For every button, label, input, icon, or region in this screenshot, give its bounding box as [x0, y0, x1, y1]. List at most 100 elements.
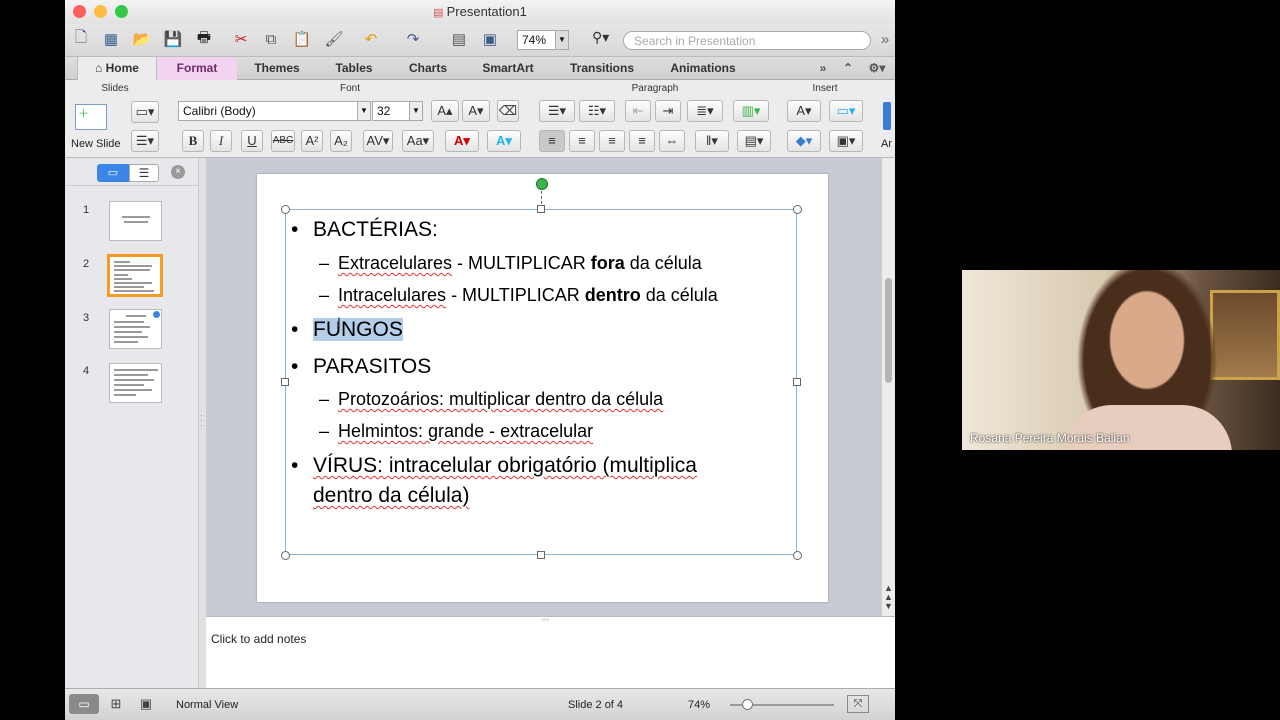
- tab-home[interactable]: ⌂ Home: [77, 57, 157, 80]
- text-effects-button[interactable]: A▾: [487, 130, 521, 152]
- arrange-button[interactable]: ▣▾: [829, 130, 863, 152]
- notes-pane[interactable]: ◦◦◦ Click to add notes: [206, 615, 895, 688]
- thumbnails-view-button[interactable]: ▭: [97, 164, 129, 182]
- align-center-button[interactable]: ≡: [569, 130, 595, 152]
- bold-button[interactable]: B: [182, 130, 204, 152]
- tabs-overflow-icon[interactable]: »: [813, 57, 833, 80]
- cut-icon[interactable]: ✂: [230, 28, 252, 50]
- dash-glyph: –: [319, 421, 330, 441]
- search-input[interactable]: Search in Presentation: [623, 31, 871, 50]
- fit-to-window-icon[interactable]: ⤧: [847, 695, 869, 713]
- change-case-button[interactable]: Aa▾: [402, 130, 434, 152]
- toolbar-overflow-icon[interactable]: »: [874, 28, 895, 50]
- font-size-value: 32: [377, 104, 391, 118]
- resize-handle-right[interactable]: [793, 378, 801, 386]
- tab-themes[interactable]: Themes: [237, 57, 317, 80]
- normal-view-button[interactable]: ▭: [69, 694, 99, 714]
- text-virus-line1: VÍRUS: intracelular obrigatório (multipl…: [313, 454, 697, 477]
- grow-font-button[interactable]: A▴: [431, 100, 459, 122]
- clear-formatting-button[interactable]: ⌫: [497, 100, 519, 122]
- slide-thumbnail-3[interactable]: [109, 309, 162, 349]
- slideshow-view-button[interactable]: ▣: [133, 694, 159, 714]
- outline-view-button[interactable]: ☰: [129, 164, 159, 182]
- tab-animations[interactable]: Animations: [653, 57, 753, 80]
- resize-handle-top[interactable]: [537, 205, 545, 213]
- tab-format[interactable]: Format: [157, 57, 237, 80]
- align-left-button[interactable]: ≡: [539, 130, 565, 152]
- text-cursor-icon: I: [337, 314, 341, 330]
- text-direction-button[interactable]: ‖▾: [695, 130, 729, 152]
- tab-charts[interactable]: Charts: [391, 57, 465, 80]
- paste-icon[interactable]: 📋: [291, 28, 313, 50]
- slide-layout-icon[interactable]: ▤: [448, 28, 470, 50]
- bullet-virus-continued: dentro da célula): [313, 484, 469, 508]
- shrink-font-button[interactable]: A▾: [462, 100, 490, 122]
- resize-handle-bottom[interactable]: [537, 551, 545, 559]
- subscript-button[interactable]: A₂: [330, 130, 352, 152]
- slide-sorter-button[interactable]: ⊞: [103, 694, 129, 714]
- slide-canvas[interactable]: • BACTÉRIAS: – Extracelulares - MULTIPLI…: [257, 174, 828, 602]
- new-document-icon[interactable]: 🗋: [70, 28, 92, 50]
- bullets-button[interactable]: ☰▾: [539, 100, 575, 122]
- increase-indent-button[interactable]: ⇥: [655, 100, 681, 122]
- tab-tables[interactable]: Tables: [317, 57, 391, 80]
- strikethrough-button[interactable]: ABC: [271, 130, 295, 152]
- new-slide-button[interactable]: ＋ New Slide: [69, 100, 129, 152]
- columns-button[interactable]: ▥▾: [733, 100, 769, 122]
- align-right-button[interactable]: ≡: [599, 130, 625, 152]
- tab-smartart[interactable]: SmartArt: [465, 57, 551, 80]
- copy-icon[interactable]: ⧉: [260, 28, 282, 50]
- numbering-button[interactable]: ☷▾: [579, 100, 615, 122]
- content-placeholder[interactable]: • BACTÉRIAS: – Extracelulares - MULTIPLI…: [281, 205, 802, 560]
- redo-icon[interactable]: ↷: [402, 28, 424, 50]
- templates-icon[interactable]: ▦: [100, 28, 122, 50]
- superscript-button[interactable]: A²: [301, 130, 323, 152]
- navigator-splitter[interactable]: · · ·: [198, 158, 206, 688]
- slide-thumbnail-1[interactable]: [109, 201, 162, 241]
- open-icon[interactable]: 📂: [131, 28, 153, 50]
- format-painter-icon[interactable]: 🖌: [323, 28, 345, 50]
- font-color-button[interactable]: A▾: [445, 130, 479, 152]
- font-name-select[interactable]: Calibri (Body) ▼: [178, 101, 371, 121]
- slide-thumbnail-4[interactable]: [109, 363, 162, 403]
- dash-glyph: –: [319, 253, 330, 273]
- decrease-indent-button[interactable]: ⇤: [625, 100, 651, 122]
- underline-button[interactable]: U: [241, 130, 263, 152]
- line-spacing-button[interactable]: ≣▾: [687, 100, 723, 122]
- layout-button[interactable]: ▭▾: [131, 101, 159, 123]
- gear-icon[interactable]: ⚙▾: [863, 57, 891, 80]
- resize-handle-top-right[interactable]: [793, 205, 802, 214]
- zoom-slider-thumb[interactable]: [742, 699, 753, 710]
- tab-transitions[interactable]: Transitions: [551, 57, 653, 80]
- section-button[interactable]: ☰▾: [131, 130, 159, 152]
- slideshow-icon[interactable]: ▣: [479, 28, 501, 50]
- zoom-select[interactable]: 74% ▼: [517, 30, 569, 50]
- resize-handle-left[interactable]: [281, 378, 289, 386]
- align-text-button[interactable]: ▤▾: [737, 130, 771, 152]
- close-icon[interactable]: ×: [171, 165, 185, 179]
- collapse-ribbon-icon[interactable]: ⌃: [838, 57, 858, 80]
- slide-thumbnail-2[interactable]: [107, 254, 163, 297]
- resize-handle-bottom-right[interactable]: [793, 551, 802, 560]
- font-size-select[interactable]: 32 ▼: [372, 101, 423, 121]
- notes-splitter[interactable]: ◦◦◦: [541, 615, 550, 624]
- vertical-scrollbar[interactable]: ▲ ▲ ▼: [881, 158, 895, 616]
- print-icon[interactable]: 🖶: [193, 28, 215, 50]
- zoom-slider[interactable]: [730, 699, 834, 710]
- justify-button[interactable]: ≡: [629, 130, 655, 152]
- resize-handle-bottom-left[interactable]: [281, 551, 290, 560]
- undo-icon[interactable]: ↶: [360, 28, 382, 50]
- save-icon[interactable]: 💾: [162, 28, 184, 50]
- scroll-thumb[interactable]: [885, 278, 892, 383]
- character-spacing-button[interactable]: AV▾: [363, 130, 393, 152]
- distribute-button[interactable]: ⇔: [659, 130, 685, 152]
- text-box-button[interactable]: A▾: [787, 100, 821, 122]
- picture-button[interactable]: ▭▾: [829, 100, 863, 122]
- search-icon[interactable]: ⚲▾: [592, 29, 626, 51]
- prev-slide-icon[interactable]: ▲ ▲ ▼: [884, 584, 893, 611]
- italic-button[interactable]: I: [210, 130, 232, 152]
- resize-handle-top-left[interactable]: [281, 205, 290, 214]
- rotation-handle[interactable]: [536, 178, 548, 190]
- slide-number-2: 2: [83, 258, 90, 270]
- shapes-button[interactable]: ◆▾: [787, 130, 821, 152]
